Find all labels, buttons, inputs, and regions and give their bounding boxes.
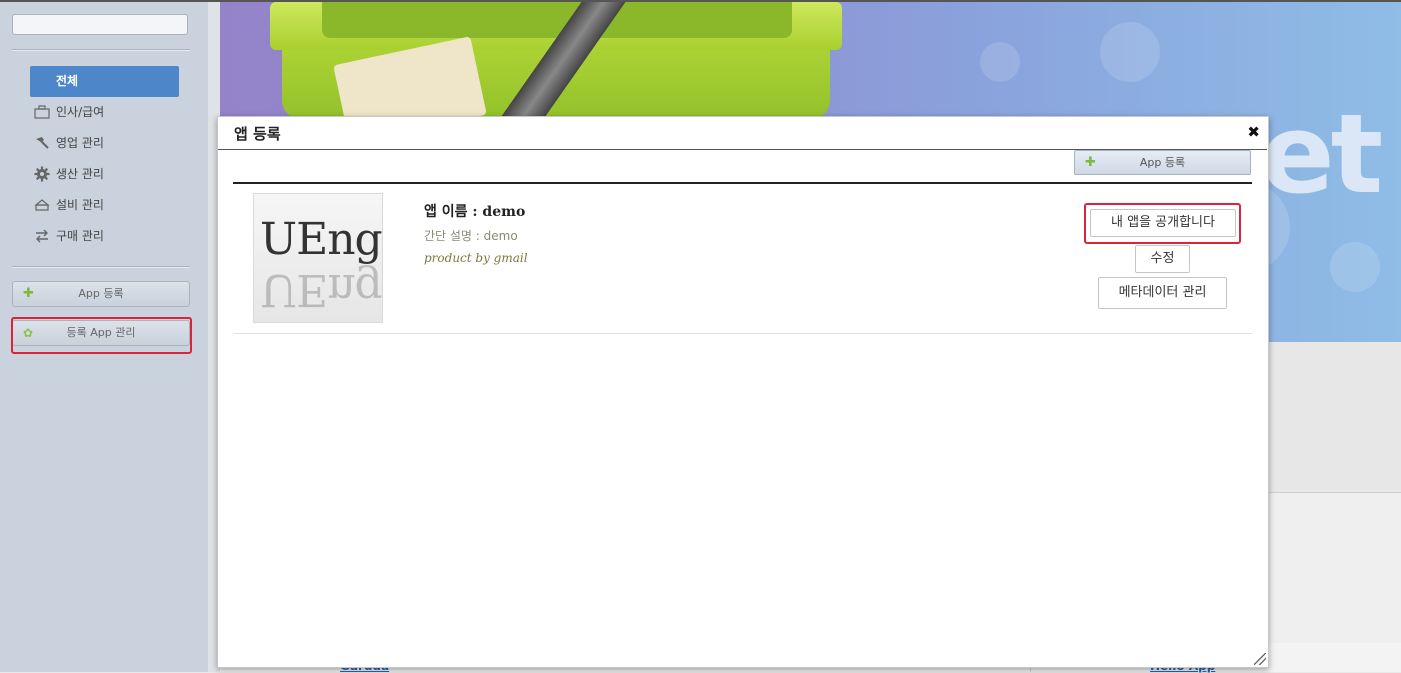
list-row-divider xyxy=(233,333,1252,334)
sidebar-item-equipment[interactable]: 설비 관리 xyxy=(33,195,104,215)
resize-handle-icon[interactable] xyxy=(1254,653,1266,665)
sidebar-search-input[interactable] xyxy=(12,14,188,35)
sidebar-item-label: 설비 관리 xyxy=(56,198,104,212)
app-register-button[interactable]: ✚ App 등록 xyxy=(12,281,190,307)
gear-icon: ✿ xyxy=(23,326,34,340)
sidebar-item-sales[interactable]: 영업 관리 xyxy=(33,133,104,153)
plus-icon: ✚ xyxy=(23,286,34,301)
modal-app-register-button[interactable]: ✚ App 등록 xyxy=(1074,150,1251,175)
edit-button[interactable]: 수정 xyxy=(1135,245,1190,273)
thumbnail-logo-reflection: UEngi xyxy=(260,264,383,315)
sidebar-divider xyxy=(12,266,190,268)
sidebar-divider xyxy=(12,49,190,51)
plus-icon: ✚ xyxy=(1085,155,1096,170)
sidebar-item-purchase[interactable]: 구매 관리 xyxy=(33,226,104,246)
registered-app-manage-label: 등록 App 관리 xyxy=(66,326,136,339)
briefcase-icon xyxy=(33,104,51,120)
app-description: 간단 설명 : demo xyxy=(424,229,518,243)
thumbnail-logo: UEngi xyxy=(260,214,383,265)
bokeh-dot xyxy=(980,42,1020,82)
app-name: 앱 이름 : demo xyxy=(424,204,526,220)
sidebar-item-label: 인사/급여 xyxy=(56,105,105,119)
app-thumbnail: UEngi UEngi xyxy=(253,193,383,323)
gear-icon xyxy=(33,166,51,182)
hammer-icon xyxy=(33,135,51,151)
bokeh-dot xyxy=(1330,242,1380,292)
sidebar-item-label: 생산 관리 xyxy=(56,167,104,181)
swap-arrows-icon xyxy=(33,228,51,244)
bokeh-dot xyxy=(1100,22,1160,82)
app-register-label: App 등록 xyxy=(78,287,124,300)
sidebar-item-hr-payroll[interactable]: 인사/급여 xyxy=(33,102,104,122)
publish-app-button[interactable]: 내 앱을 공개합니다 xyxy=(1090,209,1236,237)
content-panel xyxy=(1266,342,1401,493)
registered-app-manage-button[interactable]: ✿ 등록 App 관리 xyxy=(12,320,190,346)
content-panel xyxy=(1266,493,1401,644)
close-icon[interactable]: ✖ xyxy=(1247,123,1260,141)
metadata-manage-button[interactable]: 메타데이터 관리 xyxy=(1098,277,1227,309)
sidebar-item-all[interactable]: 전체 xyxy=(30,66,179,97)
banner-wordmark: et xyxy=(1260,90,1383,218)
app-product: product by gmail xyxy=(424,251,528,265)
sidebar-item-label: 영업 관리 xyxy=(56,136,104,150)
printer-icon xyxy=(33,197,51,213)
sidebar: 전체 인사/급여 영업 관리 생산 관리 설비 관리 구매 관리 ✚ App 등… xyxy=(0,0,209,672)
basket-inner xyxy=(322,2,792,38)
top-border xyxy=(0,0,1401,2)
app-register-modal: 앱 등록 ✖ ✚ App 등록 UEngi UEngi 앱 이름 : demo … xyxy=(217,116,1269,668)
modal-title: 앱 등록 xyxy=(234,125,281,143)
modal-app-register-label: App 등록 xyxy=(1139,156,1186,169)
sidebar-item-label: 구매 관리 xyxy=(56,229,104,243)
sidebar-item-production[interactable]: 생산 관리 xyxy=(33,164,104,184)
list-header-divider xyxy=(233,182,1252,184)
